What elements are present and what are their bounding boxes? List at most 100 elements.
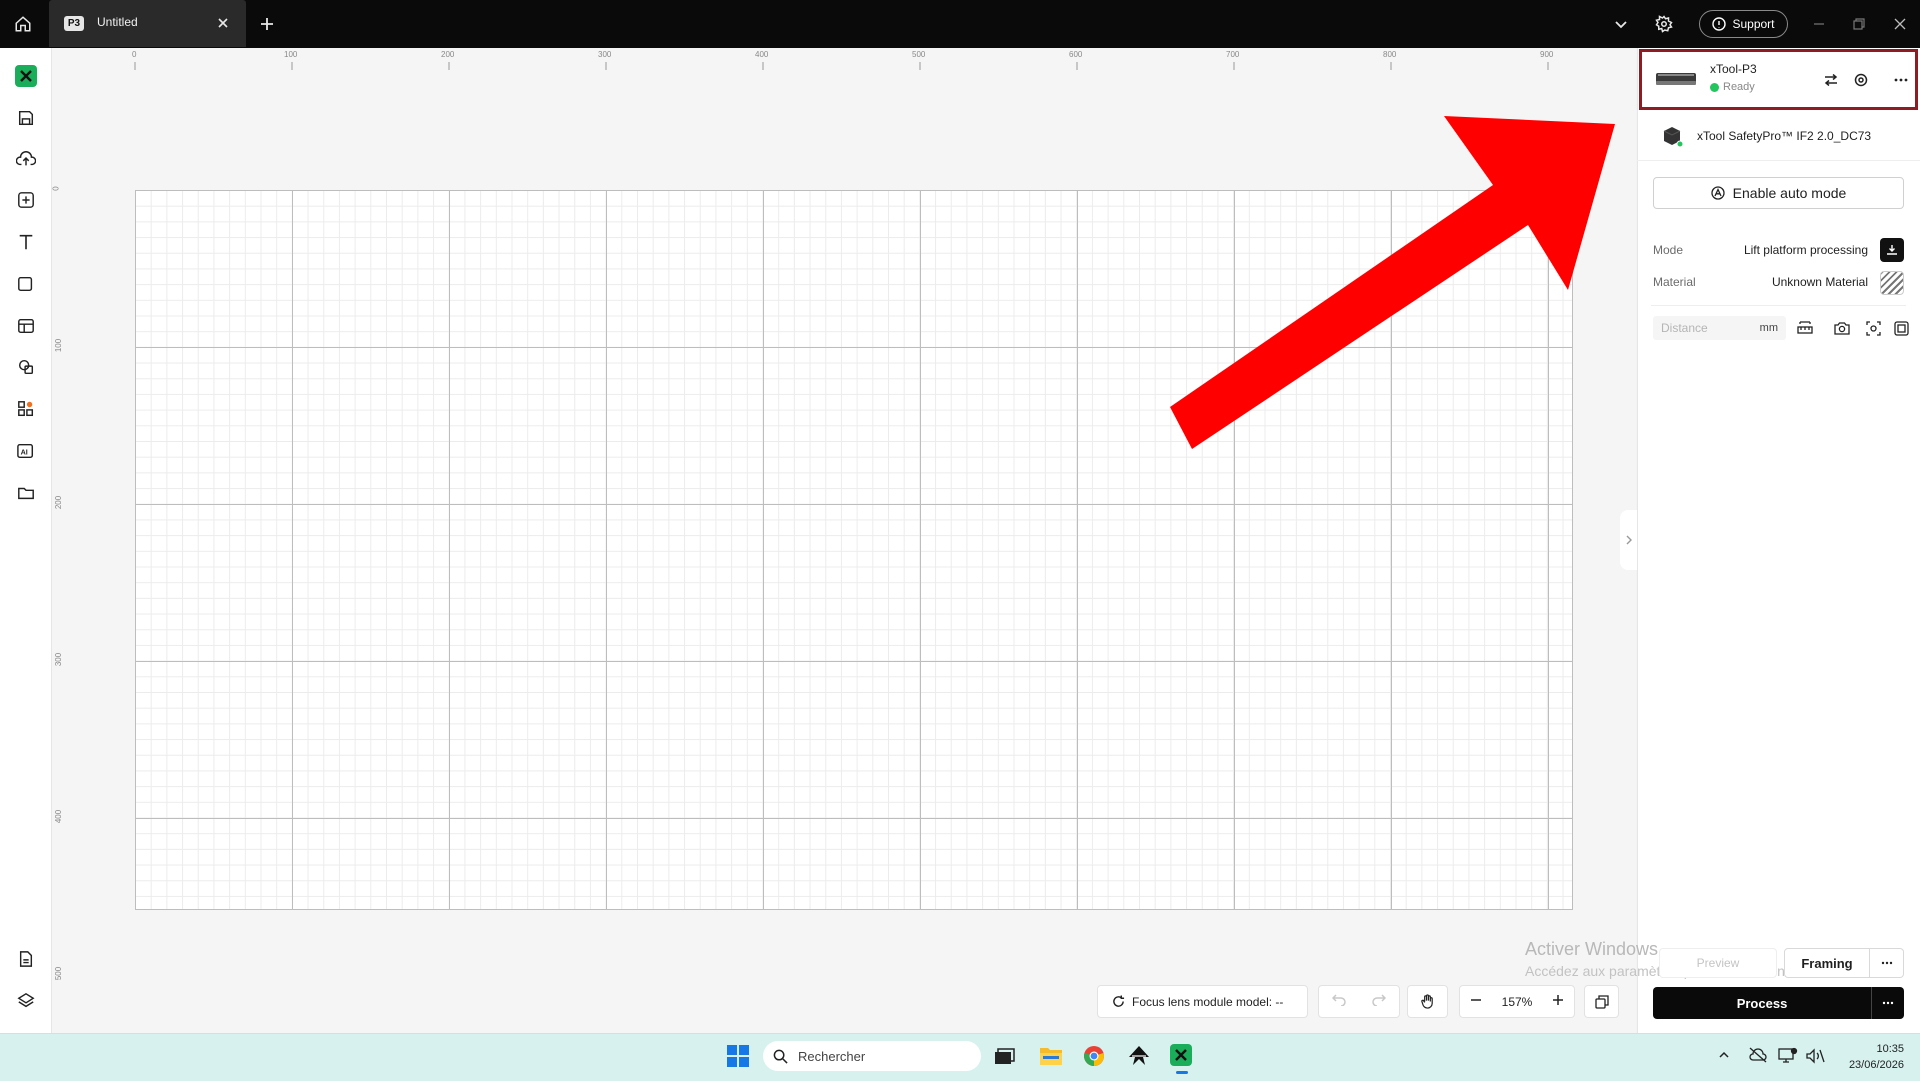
chrome-icon[interactable] xyxy=(1083,1045,1105,1067)
cloud-upload-icon[interactable] xyxy=(12,145,40,173)
device-card[interactable]: xTool-P3 Ready xyxy=(1639,49,1918,110)
ruler-label: 500 xyxy=(912,50,926,59)
panel-collapse-handle[interactable] xyxy=(1620,510,1637,570)
annotation-arrow xyxy=(1170,116,1615,449)
material-value[interactable]: Unknown Material xyxy=(1772,275,1868,289)
gear-icon[interactable] xyxy=(1652,12,1676,36)
zoom-out-icon[interactable] xyxy=(1470,993,1482,1011)
chevron-down-icon[interactable] xyxy=(1610,13,1632,35)
refresh-icon xyxy=(1113,995,1125,1007)
apps-icon[interactable] xyxy=(12,395,40,423)
layers-icon[interactable] xyxy=(12,987,40,1015)
clock-time: 10:35 xyxy=(1876,1043,1904,1055)
machine-thumbnail xyxy=(1655,69,1697,89)
minimize-icon[interactable] xyxy=(1808,13,1830,35)
swap-device-icon[interactable] xyxy=(1821,70,1841,90)
folder-icon[interactable] xyxy=(12,479,40,507)
ruler-label: 400 xyxy=(54,809,64,824)
divider xyxy=(1651,305,1906,306)
ruler-label: 700 xyxy=(1226,50,1240,59)
safetypro-device-icon xyxy=(1661,125,1684,148)
enable-auto-mode-button[interactable]: Enable auto mode xyxy=(1653,177,1904,209)
mode-label: Mode xyxy=(1653,243,1684,257)
calibrate-icon[interactable] xyxy=(1890,317,1912,339)
distance-placeholder: Distance xyxy=(1661,321,1708,335)
redo-icon[interactable] xyxy=(1372,993,1387,1011)
tab-model-badge: P3 xyxy=(64,16,84,31)
framing-button[interactable]: Framing xyxy=(1784,948,1870,978)
camera-icon[interactable] xyxy=(1831,317,1853,339)
ai-tool-icon[interactable]: AI xyxy=(12,437,40,465)
device-status: Ready xyxy=(1710,81,1755,93)
device-name: xTool-P3 xyxy=(1710,62,1757,76)
ruler-label: 0 xyxy=(132,50,137,59)
support-button[interactable]: Support xyxy=(1699,10,1788,38)
ruler-label: 100 xyxy=(284,50,298,59)
close-tab-icon[interactable] xyxy=(213,13,233,33)
text-tool-icon[interactable] xyxy=(12,228,40,256)
mode-value[interactable]: Lift platform processing xyxy=(1744,243,1868,257)
shapes-tool-icon[interactable] xyxy=(12,353,40,381)
home-icon[interactable] xyxy=(11,12,35,36)
windows-start-icon[interactable] xyxy=(727,1045,749,1067)
ruler-label: 500 xyxy=(54,966,64,981)
auto-mode-label: Enable auto mode xyxy=(1732,185,1847,201)
taskbar-search[interactable]: Rechercher xyxy=(763,1041,981,1071)
support-label: Support xyxy=(1732,17,1775,31)
distance-input[interactable]: Distance mm xyxy=(1653,316,1786,340)
search-icon xyxy=(773,1049,788,1064)
document-icon[interactable] xyxy=(12,945,40,973)
top-ruler: 0 100 200 300 400 500 600 700 800 900 xyxy=(52,48,1636,70)
ruler-label: 0 xyxy=(51,186,61,191)
history-controls xyxy=(1318,985,1400,1018)
add-element-icon[interactable] xyxy=(12,186,40,214)
focus-lens-module-button[interactable]: Focus lens module model: -- xyxy=(1097,985,1308,1018)
search-placeholder: Rechercher xyxy=(798,1048,866,1064)
zoom-level[interactable]: 157% xyxy=(1502,995,1533,1009)
volume-icon[interactable] xyxy=(1805,1047,1825,1065)
ruler-label: 900 xyxy=(1540,50,1554,59)
left-toolbar: AI xyxy=(0,48,52,1033)
copy-icon[interactable] xyxy=(1584,985,1619,1018)
chevron-up-icon[interactable] xyxy=(1718,1048,1734,1064)
ruler-label: 300 xyxy=(54,652,64,667)
zoom-in-icon[interactable] xyxy=(1552,993,1564,1011)
onedrive-offline-icon[interactable] xyxy=(1748,1047,1768,1065)
device-status-text: Ready xyxy=(1723,81,1755,93)
process-button[interactable]: Process xyxy=(1653,987,1871,1019)
new-tab-plus-icon[interactable] xyxy=(256,13,278,35)
material-hatch-icon[interactable] xyxy=(1880,271,1904,295)
distance-unit: mm xyxy=(1759,322,1778,334)
close-window-icon[interactable] xyxy=(1889,13,1911,35)
auto-mode-icon xyxy=(1711,186,1725,200)
file-explorer-icon[interactable] xyxy=(1039,1045,1063,1067)
undo-icon[interactable] xyxy=(1331,993,1346,1011)
rectangle-tool-icon[interactable] xyxy=(12,270,40,298)
ruler-label: 600 xyxy=(1069,50,1083,59)
preview-button[interactable]: Preview xyxy=(1659,948,1777,978)
support-icon xyxy=(1712,17,1727,31)
material-label: Material xyxy=(1653,275,1696,289)
layout-tool-icon[interactable] xyxy=(12,312,40,340)
process-more-icon[interactable] xyxy=(1871,987,1904,1019)
accessory-row[interactable]: xTool SafetyPro™ IF2 2.0_DC73 xyxy=(1637,110,1920,161)
document-tab[interactable]: P3 Untitled xyxy=(49,0,246,47)
network-icon[interactable] xyxy=(1778,1047,1798,1065)
task-view-icon[interactable] xyxy=(993,1046,1015,1066)
title-bar: P3 Untitled Support xyxy=(0,0,1920,48)
restore-icon[interactable] xyxy=(1848,13,1870,35)
chevron-right-icon xyxy=(1626,535,1632,545)
xtool-logo-icon[interactable] xyxy=(12,62,40,90)
framing-more-icon[interactable] xyxy=(1870,948,1904,978)
lift-platform-icon[interactable] xyxy=(1880,238,1904,262)
measure-distance-icon[interactable] xyxy=(1794,317,1816,339)
target-icon[interactable] xyxy=(1851,70,1871,90)
inkscape-icon[interactable] xyxy=(1127,1045,1151,1067)
save-icon[interactable] xyxy=(12,104,40,132)
more-options-icon[interactable] xyxy=(1891,70,1911,90)
ruler-label: 200 xyxy=(54,495,64,510)
xtool-creative-space-icon[interactable] xyxy=(1170,1044,1194,1074)
taskbar-clock[interactable]: 10:35 23/06/2026 xyxy=(1838,1041,1904,1073)
hand-tool-icon[interactable] xyxy=(1407,985,1448,1018)
capture-area-icon[interactable] xyxy=(1862,317,1884,339)
